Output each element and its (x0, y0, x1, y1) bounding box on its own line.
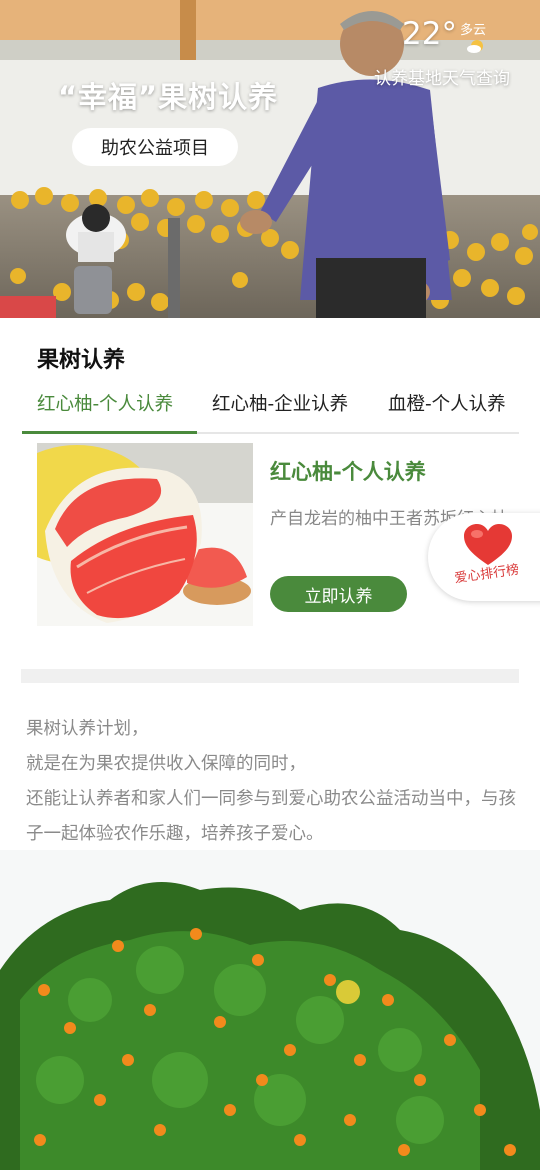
product-image[interactable] (37, 443, 253, 626)
page: “幸福”果树认养 助农公益项目 22° 多云 认养基地天气查询 果树认养 红心柚… (0, 0, 540, 1170)
hero-banner: “幸福”果树认养 助农公益项目 22° 多云 认养基地天气查询 (0, 0, 540, 318)
section-divider (21, 669, 519, 683)
weather-query-link[interactable]: 认养基地天气查询 (374, 64, 510, 89)
hero-title: “幸福”果树认养 (58, 80, 279, 114)
product-name: 红心柚-个人认养 (270, 460, 426, 484)
pomelo-image (37, 443, 253, 626)
weather-condition: 多云 (460, 23, 487, 38)
intro-line: 果树认养计划， (26, 719, 149, 739)
project-tag-button[interactable]: 助农公益项目 (72, 128, 238, 166)
partly-cloudy-icon (467, 40, 483, 53)
adopt-now-button[interactable]: 立即认养 (270, 576, 407, 612)
category-tabs: 红心柚-个人认养 红心柚-企业认养 血橙-个人认养 (22, 384, 519, 434)
intro-text: 果树认养计划， 就是在为果农提供收入保障的同时， 还能让认养者和家人们一同参与到… (26, 712, 520, 852)
tab-pomelo-personal[interactable]: 红心柚-个人认养 (37, 390, 173, 416)
tab-blood-orange-personal[interactable]: 血橙-个人认养 (388, 390, 506, 416)
weather-temperature: 22° (402, 16, 457, 52)
intro-line: 还能让认养者和家人们一同参与到爱心助农公益活动当中，与孩子一起体验农作乐趣，培养… (26, 789, 516, 844)
intro-line: 就是在为果农提供收入保障的同时， (26, 754, 306, 774)
active-tab-indicator (22, 431, 197, 434)
orange-tree-photo (0, 850, 540, 1170)
tab-pomelo-enterprise[interactable]: 红心柚-企业认养 (212, 390, 348, 416)
love-ranking-badge[interactable]: 爱心排行榜 (428, 513, 540, 601)
section-title: 果树认养 (37, 348, 126, 373)
